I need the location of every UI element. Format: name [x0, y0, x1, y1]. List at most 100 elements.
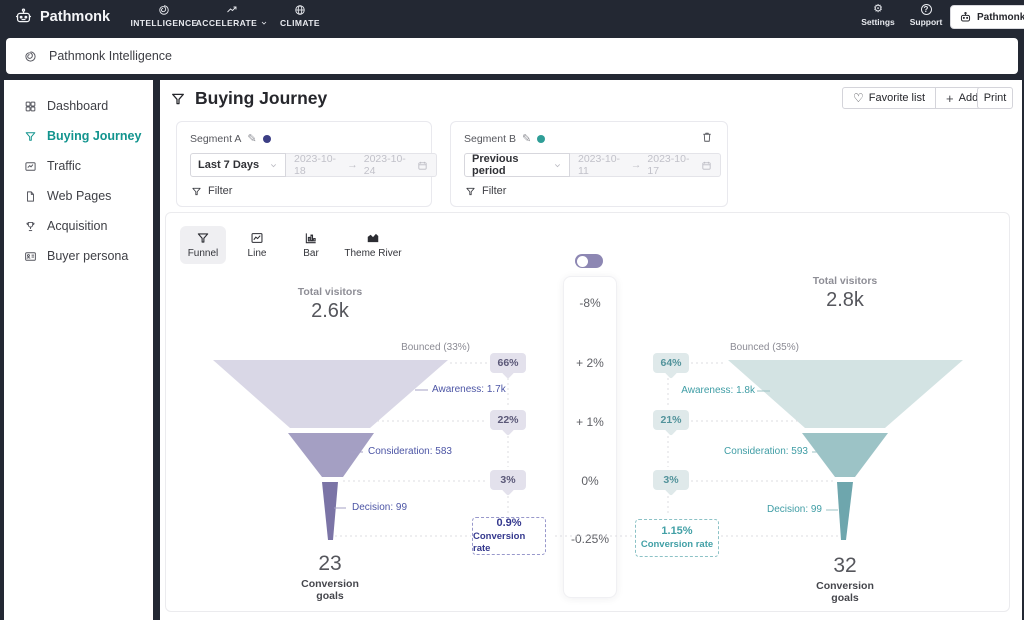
intelligence-swirl-icon	[24, 50, 37, 63]
segment-b-period-select[interactable]: Previous period	[464, 153, 570, 177]
rate-badge: 66%	[490, 353, 526, 373]
sidebar-item-label: Buyer persona	[47, 249, 128, 263]
segment-a-header: Segment A ✎	[190, 132, 271, 145]
arrow-right-icon: →	[631, 159, 642, 171]
document-icon	[24, 190, 37, 203]
consideration-label: Consideration: 583	[368, 446, 452, 457]
total-visitors-value: 2.8k	[785, 289, 905, 312]
funnel-stage-decision	[322, 482, 338, 540]
brand-logo[interactable]: Pathmonk	[14, 7, 110, 26]
decision-label: Decision: 99	[352, 502, 407, 513]
total-visitors-label: Total visitors	[785, 275, 905, 287]
consideration-label: Consideration: 593	[708, 446, 808, 457]
bounced-label: Bounced (33%)	[350, 342, 470, 353]
chart-icon	[24, 160, 37, 173]
grid-icon	[24, 100, 37, 113]
nav-item-label: ACCELERATE	[196, 18, 257, 28]
period-value: Last 7 Days	[198, 159, 259, 171]
funnel-icon	[24, 130, 37, 143]
segment-b-header: Segment B ✎	[464, 132, 545, 145]
heart-icon: ♡	[853, 91, 864, 105]
funnel-icon	[191, 186, 202, 197]
sidebar-item-label: Traffic	[47, 159, 81, 173]
segment-b-date-range[interactable]: 2023-10-11 → 2023-10-17	[570, 153, 721, 177]
segment-a-color-dot	[263, 135, 271, 143]
segment-a-period-select[interactable]: Last 7 Days	[190, 153, 286, 177]
support-button[interactable]: ? Support	[907, 4, 945, 27]
brand-name: Pathmonk	[40, 9, 110, 25]
nav-item-label: INTELLIGENCE	[130, 18, 197, 28]
sidebar: Dashboard Buying Journey Traffic	[4, 80, 153, 620]
trending-up-icon	[226, 4, 238, 16]
segment-a-name: Segment A	[190, 133, 241, 145]
calendar-icon	[417, 160, 428, 171]
segment-b-filter[interactable]: Filter	[465, 185, 506, 197]
funnel-icon	[465, 186, 476, 197]
sidebar-item-buying-journey[interactable]: Buying Journey	[4, 122, 153, 150]
edit-pencil-icon[interactable]: ✎	[522, 132, 531, 145]
id-card-icon	[24, 250, 37, 263]
chevron-down-icon	[269, 161, 278, 170]
sidebar-item-label: Web Pages	[47, 189, 111, 203]
arrow-right-icon: →	[347, 159, 358, 171]
conversion-goals-label: Conversion goals	[805, 580, 885, 604]
rate-badge: 64%	[653, 353, 689, 373]
breadcrumb[interactable]: Pathmonk Intelligence	[6, 38, 1018, 74]
sidebar-item-traffic[interactable]: Traffic	[4, 152, 153, 180]
rate-badge: 22%	[490, 410, 526, 430]
segment-b-color-dot	[537, 135, 545, 143]
segment-b-card: Segment B ✎ Previous period 2023-10-11 →…	[450, 121, 728, 207]
segment-a-date-range[interactable]: 2023-10-18 → 2023-10-24	[286, 153, 437, 177]
date-from: 2023-10-18	[294, 153, 341, 177]
awareness-label: Awareness: 1.7k	[432, 384, 506, 395]
sidebar-item-dashboard[interactable]: Dashboard	[4, 92, 153, 120]
favorite-list-button[interactable]: ♡ Favorite list	[843, 88, 935, 108]
funnel-stage-consideration	[802, 433, 888, 477]
sidebar-item-acquisition[interactable]: Acquisition	[4, 212, 153, 240]
edit-pencil-icon[interactable]: ✎	[247, 132, 256, 145]
print-button[interactable]: Print	[977, 87, 1013, 109]
funnel-stage-awareness	[728, 360, 963, 428]
intelligence-swirl-icon	[158, 4, 170, 16]
conversion-rate-value: 1.15%	[661, 524, 692, 539]
robot-logo-icon	[14, 7, 33, 26]
awareness-label: Awareness: 1.8k	[655, 385, 755, 396]
filter-label: Filter	[482, 185, 506, 197]
sidebar-item-buyer-persona[interactable]: Buyer persona	[4, 242, 153, 270]
favorite-list-label: Favorite list	[869, 92, 925, 104]
globe-icon	[294, 4, 306, 16]
trophy-icon	[24, 220, 37, 233]
rate-badge: 21%	[653, 410, 689, 430]
sidebar-item-web-pages[interactable]: Web Pages	[4, 182, 153, 210]
conversion-rate-label: Conversion rate	[641, 539, 713, 552]
gear-icon: ⚙	[873, 4, 883, 15]
conversion-goals-value: 23	[290, 552, 370, 576]
page-title: Buying Journey	[170, 88, 327, 109]
account-button[interactable]: Pathmonk	[950, 5, 1024, 29]
sidebar-item-label: Dashboard	[47, 99, 108, 113]
breadcrumb-label: Pathmonk Intelligence	[49, 49, 172, 63]
conversion-rate-box: 1.15% Conversion rate	[635, 519, 719, 557]
date-from: 2023-10-11	[578, 153, 625, 177]
segment-a-card: Segment A ✎ Last 7 Days 2023-10-18 → 202…	[176, 121, 432, 207]
nav-item-climate[interactable]: CLIMATE	[274, 4, 326, 28]
segment-a-filter[interactable]: Filter	[191, 185, 232, 197]
funnel-stage-decision	[837, 482, 853, 540]
funnel-stage-consideration	[288, 433, 374, 477]
trash-icon[interactable]	[701, 131, 713, 143]
calendar-icon	[701, 160, 712, 171]
rate-badge: 3%	[490, 470, 526, 490]
account-label: Pathmonk	[977, 12, 1024, 23]
conversion-rate-value: 0.9%	[496, 516, 521, 531]
nav-item-accelerate[interactable]: ACCELERATE	[196, 4, 268, 28]
date-to: 2023-10-24	[364, 153, 411, 177]
nav-item-intelligence[interactable]: INTELLIGENCE	[133, 4, 195, 28]
sidebar-item-label: Acquisition	[47, 219, 107, 233]
settings-button[interactable]: ⚙ Settings	[859, 4, 897, 27]
chevron-down-icon	[260, 19, 268, 27]
period-value: Previous period	[472, 153, 553, 177]
bounced-label: Bounced (35%)	[730, 342, 799, 353]
date-to: 2023-10-17	[647, 153, 695, 177]
total-visitors-label: Total visitors	[270, 286, 390, 298]
sidebar-item-label: Buying Journey	[47, 129, 141, 143]
